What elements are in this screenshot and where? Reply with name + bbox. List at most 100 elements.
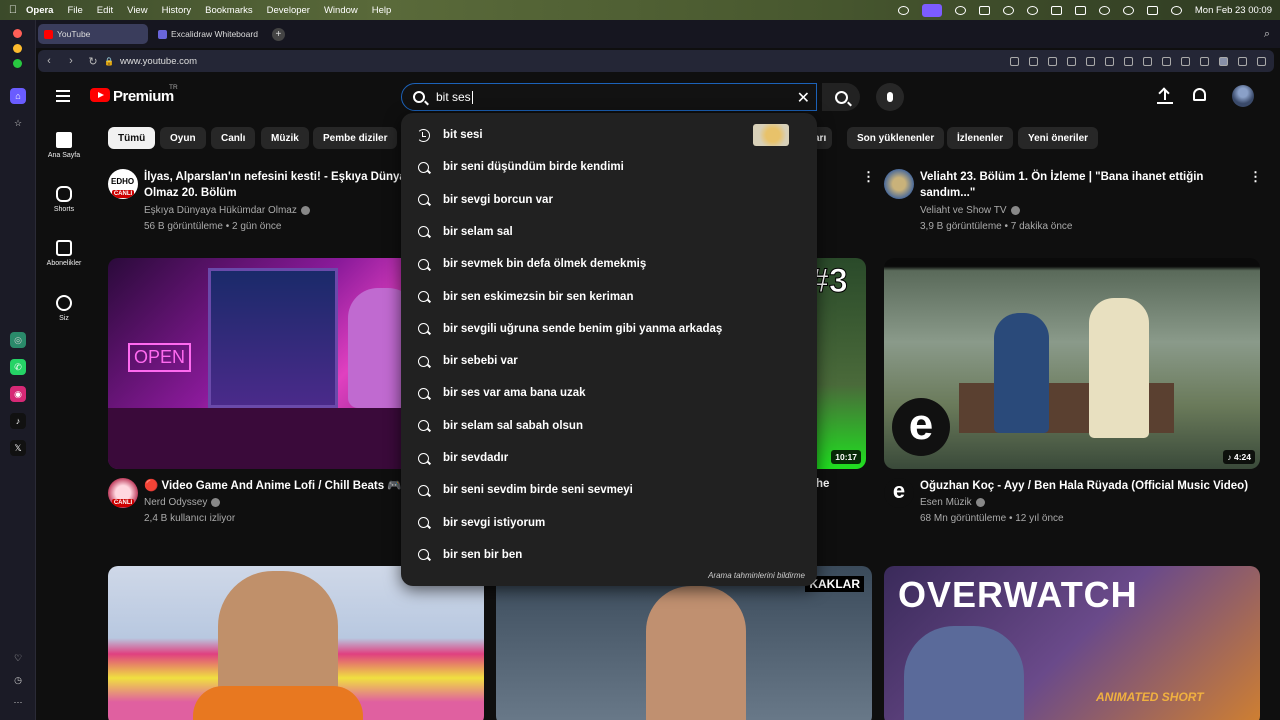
- lens-icon[interactable]: [1010, 56, 1019, 66]
- channel-avatar[interactable]: e: [884, 478, 914, 508]
- download-icon[interactable]: [1181, 56, 1190, 66]
- menu-window[interactable]: Window: [324, 5, 358, 16]
- display-icon[interactable]: [1050, 5, 1062, 15]
- instagram-icon[interactable]: ◉: [10, 386, 26, 402]
- chip-recent[interactable]: Son yüklenenler: [847, 127, 945, 149]
- menu-view[interactable]: View: [127, 5, 147, 16]
- player-icon[interactable]: [1124, 56, 1133, 66]
- voice-search-button[interactable]: [876, 83, 904, 111]
- chip-live[interactable]: Canlı: [211, 127, 256, 149]
- hamburger-menu-icon[interactable]: [56, 90, 70, 102]
- screen-record-icon[interactable]: [921, 3, 942, 17]
- profile-icon[interactable]: [1219, 56, 1228, 66]
- suggestion-item[interactable]: bir seni sevdim birde seni sevmeyi: [401, 474, 817, 506]
- chip-watched[interactable]: İzlenenler: [947, 127, 1014, 149]
- youtube-logo-icon[interactable]: [90, 88, 110, 102]
- history-icon[interactable]: ◷: [10, 672, 26, 688]
- tab-search-icon[interactable]: ⌕: [1264, 28, 1270, 41]
- star-icon[interactable]: ☆: [10, 115, 26, 131]
- zoom-window-button[interactable]: [13, 59, 22, 68]
- camera-icon[interactable]: [1048, 56, 1057, 66]
- tab-youtube[interactable]: YouTube: [38, 24, 148, 44]
- menu-history[interactable]: History: [162, 5, 192, 16]
- video-title[interactable]: Veliaht 23. Bölüm 1. Ön İzleme | "Bana i…: [920, 169, 1260, 201]
- heart-icon[interactable]: [1162, 56, 1171, 66]
- suggestion-item[interactable]: bir sen eskimezsin bir sen keriman: [401, 281, 817, 313]
- video-thumbnail[interactable]: [108, 566, 484, 720]
- whatsapp-icon[interactable]: ✆: [10, 359, 26, 375]
- battery-icon[interactable]: [1074, 5, 1086, 15]
- suggestion-item[interactable]: bir selam sal sabah olsun: [401, 410, 817, 442]
- menu-file[interactable]: File: [67, 5, 82, 16]
- nav-shorts[interactable]: Shorts: [36, 186, 92, 213]
- clear-search-icon[interactable]: ✕: [797, 88, 810, 108]
- suggestion-item[interactable]: bir sevgili uğruna sende benim gibi yanm…: [401, 313, 817, 345]
- video-card[interactable]: Veliaht 23. Bölüm 1. Ön İzleme | "Bana i…: [884, 169, 1262, 232]
- menu-bookmarks[interactable]: Bookmarks: [205, 5, 253, 16]
- youtube-premium-logo[interactable]: Premium: [113, 88, 174, 105]
- menu-help[interactable]: Help: [372, 5, 392, 16]
- clock[interactable]: Mon Feb 23 00:09: [1195, 5, 1272, 16]
- menu-edit[interactable]: Edit: [97, 5, 113, 16]
- grid-icon[interactable]: [978, 5, 990, 15]
- reload-icon[interactable]: ↻: [82, 55, 104, 68]
- more-icon[interactable]: ⋯: [10, 694, 26, 710]
- report-predictions-link[interactable]: Arama tahminlerini bildirme: [708, 571, 805, 580]
- extension-icon[interactable]: [1086, 56, 1095, 66]
- user-icon[interactable]: [1026, 5, 1038, 15]
- status-app-icon[interactable]: [897, 5, 909, 15]
- control-center-icon[interactable]: [1146, 5, 1158, 15]
- channel-name[interactable]: Nerd Odyssey: [144, 497, 221, 508]
- suggestion-item[interactable]: bir sevgi borcun var: [401, 184, 817, 216]
- bell-icon[interactable]: [1193, 88, 1206, 101]
- tab-excalidraw[interactable]: Excalidraw Whiteboard: [152, 24, 264, 44]
- vpn-icon[interactable]: [1105, 56, 1114, 66]
- chip-new[interactable]: Yeni öneriler: [1018, 127, 1099, 149]
- shield-icon[interactable]: [1067, 56, 1076, 66]
- more-options-icon[interactable]: ⋮: [1249, 169, 1262, 185]
- nav-you[interactable]: Siz: [36, 295, 92, 322]
- search-button[interactable]: [822, 83, 860, 111]
- suggestion-item[interactable]: bir ses var ama bana uzak: [401, 377, 817, 409]
- wallet-icon[interactable]: [1257, 56, 1266, 66]
- menu-icon[interactable]: [1200, 56, 1209, 66]
- channel-name[interactable]: Eşkıya Dünyaya Hükümdar Olmaz: [144, 205, 310, 216]
- video-card[interactable]: e Oğuzhan Koç - Ayy / Ben Hala Rüyada (O…: [884, 478, 1260, 538]
- new-tab-button[interactable]: +: [271, 27, 285, 41]
- suggestion-item[interactable]: bir sebebi var: [401, 345, 817, 377]
- video-thumbnail[interactable]: e ♪ 4:24: [884, 258, 1260, 469]
- x-icon[interactable]: 𝕏: [10, 440, 26, 456]
- channel-avatar[interactable]: [884, 169, 914, 199]
- suggestion-item[interactable]: bir sevmek bin defa ölmek demekmiş: [401, 248, 817, 280]
- channel-name[interactable]: Veliaht ve Show TV: [920, 205, 1020, 216]
- suggestion-item[interactable]: bir seni düşündüm birde kendimi: [401, 151, 817, 183]
- suggestion-item[interactable]: bir sen bir ben: [401, 539, 817, 571]
- suggestion-item[interactable]: bir selam sal: [401, 216, 817, 248]
- menu-developer[interactable]: Developer: [267, 5, 310, 16]
- home-icon[interactable]: ⌂: [10, 88, 26, 104]
- video-title[interactable]: he: [816, 478, 829, 490]
- snapshot-icon[interactable]: [1143, 56, 1152, 66]
- video-thumbnail[interactable]: OVERWATCH ANIMATED SHORT: [884, 566, 1260, 720]
- apple-icon[interactable]: : [0, 4, 26, 16]
- play-icon[interactable]: [1002, 5, 1014, 15]
- spotlight-icon[interactable]: [1122, 5, 1134, 15]
- suggestion-item[interactable]: bit sesi: [401, 119, 817, 151]
- heart-icon[interactable]: ♡: [10, 650, 26, 666]
- wifi-icon[interactable]: [1098, 5, 1110, 15]
- channel-avatar[interactable]: EDHO CANLI: [108, 169, 138, 199]
- chatgpt-icon[interactable]: ◎: [10, 332, 26, 348]
- chip-music[interactable]: Müzik: [261, 127, 309, 149]
- chip-games[interactable]: Oyun: [160, 127, 206, 149]
- video-title[interactable]: Oğuzhan Koç - Ayy / Ben Hala Rüyada (Off…: [920, 478, 1260, 494]
- suggestion-item[interactable]: bir sevgi istiyorum: [401, 507, 817, 539]
- openai-icon[interactable]: [954, 5, 966, 15]
- minimize-window-button[interactable]: [13, 44, 22, 53]
- menu-app-name[interactable]: Opera: [26, 5, 53, 16]
- more-icon[interactable]: [1238, 56, 1247, 66]
- channel-avatar[interactable]: CANLI: [108, 478, 138, 508]
- close-window-button[interactable]: [13, 29, 22, 38]
- tiktok-icon[interactable]: ♪: [10, 413, 26, 429]
- suggestion-item[interactable]: bir sevdadır: [401, 442, 817, 474]
- more-options-icon[interactable]: ⋮: [862, 169, 875, 185]
